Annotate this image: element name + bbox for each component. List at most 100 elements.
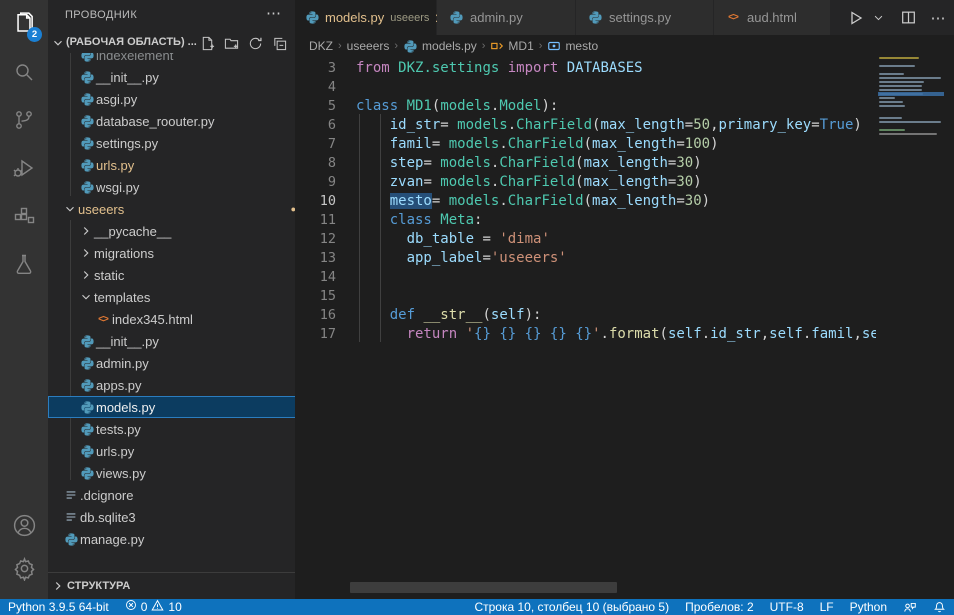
tree-file-urls.py[interactable]: urls.py: [48, 440, 295, 462]
tree-file-__init__.py[interactable]: __init__.py: [48, 66, 295, 88]
code-line-text: zvan= models.CharField(max_length=30): [356, 173, 876, 192]
tab-settings.py[interactable]: settings.py: [576, 0, 714, 35]
minimap[interactable]: [878, 57, 944, 257]
tree-file-database_roouter.py[interactable]: database_roouter.py: [48, 110, 295, 132]
tree-file-db.sqlite3[interactable]: db.sqlite3: [48, 506, 295, 528]
run-dropdown-icon[interactable]: [868, 8, 888, 28]
tree-file-index345.html[interactable]: <>index345.html: [48, 308, 295, 330]
tree-folder-useeers[interactable]: useeers●: [48, 198, 295, 220]
tree-file-models.py[interactable]: models.py1: [48, 396, 295, 418]
breadcrumb-item-mesto[interactable]: mesto: [547, 39, 598, 53]
tree-file-asgi.py[interactable]: asgi.py: [48, 88, 295, 110]
tree-item-label: db.sqlite3: [80, 510, 136, 525]
py-file-icon: [78, 53, 96, 63]
symbol-class-icon: [490, 39, 504, 53]
tree-item-label: manage.py: [80, 532, 144, 547]
tab-label: aud.html: [747, 10, 797, 25]
workspace-section-header[interactable]: (РАБОЧАЯ ОБЛАСТЬ) ...: [48, 33, 295, 53]
new-file-icon[interactable]: [199, 35, 215, 51]
explorer-more-actions-icon[interactable]: ⋯: [266, 4, 281, 22]
tree-item-label: index345.html: [112, 312, 193, 327]
code-line-16: 16 def __str__(self):: [295, 306, 954, 325]
explorer-sidebar: ПРОВОДНИК ⋯ (РАБОЧАЯ ОБЛАСТЬ) ... indexe…: [48, 0, 295, 599]
tree-item-label: __init__.py: [96, 334, 159, 349]
collapse-all-icon[interactable]: [271, 35, 287, 51]
feedback-icon[interactable]: [895, 599, 925, 615]
run-button[interactable]: [846, 8, 866, 28]
outline-section[interactable]: СТРУКТУРА: [48, 572, 295, 599]
tab-admin.py[interactable]: admin.py: [437, 0, 576, 35]
tree-item-label: .dcignore: [80, 488, 133, 503]
tree-item-label: models.py: [96, 400, 155, 415]
run-debug-activity-icon[interactable]: [0, 144, 48, 192]
language-mode[interactable]: Python: [842, 599, 895, 615]
chevron-right-icon: [51, 579, 65, 598]
tree-file-indexelement[interactable]: indexelement: [48, 53, 295, 66]
breadcrumb-item-models.py[interactable]: models.py: [403, 39, 477, 54]
tree-file-.dcignore[interactable]: .dcignore: [48, 484, 295, 506]
tree-file-wsgi.py[interactable]: wsgi.py: [48, 176, 295, 198]
tree-file-manage.py[interactable]: manage.py: [48, 528, 295, 550]
minimap-line: [879, 57, 919, 59]
tree-file-__init__.py[interactable]: __init__.py: [48, 330, 295, 352]
code-line-text: id_str= models.CharField(max_length=50,p…: [356, 116, 876, 135]
python-interpreter[interactable]: Python 3.9.5 64-bit: [0, 599, 117, 615]
outline-label: СТРУКТУРА: [67, 580, 130, 592]
more-actions-icon[interactable]: ⋯: [928, 8, 948, 28]
source-control-activity-icon[interactable]: [0, 96, 48, 144]
breadcrumb-label: MD1: [508, 39, 533, 53]
cfg-file-icon: [62, 509, 80, 525]
tree-folder-__pycache__[interactable]: __pycache__: [48, 220, 295, 242]
extensions-activity-icon[interactable]: [0, 192, 48, 240]
code-line-text: famil= models.CharField(max_length=100): [356, 135, 876, 154]
tree-file-admin.py[interactable]: admin.py: [48, 352, 295, 374]
horizontal-scrollbar[interactable]: [350, 582, 617, 593]
activity-bar: 2: [0, 0, 48, 599]
split-editor-icon[interactable]: [898, 8, 918, 28]
breadcrumb-separator: ›: [482, 40, 486, 52]
py-file-icon: [403, 39, 418, 54]
tree-item-label: templates: [94, 290, 150, 305]
minimap-line: [879, 77, 941, 79]
tree-file-urls.py[interactable]: urls.py7: [48, 154, 295, 176]
breadcrumb-item-MD1[interactable]: MD1: [490, 39, 533, 53]
py-file-icon: [78, 91, 96, 107]
vscode-window: 2 ПРОВОДНИК ⋯ (РАБОЧАЯ ОБЛАСТЬ) ... inde…: [0, 0, 954, 615]
code-editor[interactable]: 3from DKZ.settings import DATABASES45cla…: [295, 57, 954, 599]
explorer-activity-icon[interactable]: 2: [0, 0, 48, 48]
problems-status[interactable]: 0 10: [117, 599, 190, 615]
tree-file-settings.py[interactable]: settings.py: [48, 132, 295, 154]
error-icon: [125, 599, 137, 615]
tree-item-label: database_roouter.py: [96, 114, 215, 129]
code-line-17: 17 return '{} {} {} {} {}'.format(self.i…: [295, 325, 954, 344]
tab-models.py[interactable]: models.pyuseeers1×: [295, 0, 437, 35]
chevron-right-icon: [78, 223, 94, 239]
tree-folder-static[interactable]: static: [48, 264, 295, 286]
indentation-setting[interactable]: Пробелов: 2: [677, 599, 762, 615]
symbol-field-icon: [547, 39, 561, 53]
new-folder-icon[interactable]: [223, 35, 239, 51]
encoding-setting[interactable]: UTF-8: [762, 599, 812, 615]
accounts-icon[interactable]: [0, 501, 48, 549]
search-activity-icon[interactable]: [0, 48, 48, 96]
refresh-icon[interactable]: [247, 35, 263, 51]
notifications-bell-icon[interactable]: [925, 599, 954, 615]
tab-aud.html[interactable]: <>aud.html: [714, 0, 831, 35]
tree-folder-templates[interactable]: templates: [48, 286, 295, 308]
tree-item-label: tests.py: [96, 422, 141, 437]
breadcrumb-item-DKZ[interactable]: DKZ: [309, 39, 333, 53]
tree-file-views.py[interactable]: views.py: [48, 462, 295, 484]
tree-folder-migrations[interactable]: migrations: [48, 242, 295, 264]
tree-file-apps.py[interactable]: apps.py: [48, 374, 295, 396]
tree-item-label: views.py: [96, 466, 146, 481]
chevron-right-icon: [78, 245, 94, 261]
tree-file-tests.py[interactable]: tests.py: [48, 418, 295, 440]
breadcrumb-item-useeers[interactable]: useeers: [347, 39, 390, 53]
settings-icon[interactable]: [0, 544, 48, 592]
code-line-6: 6 id_str= models.CharField(max_length=50…: [295, 116, 954, 135]
code-line-text: def __str__(self):: [356, 306, 876, 325]
testing-activity-icon[interactable]: [0, 240, 48, 288]
eol-setting[interactable]: LF: [812, 599, 842, 615]
explorer-badge: 2: [27, 27, 42, 42]
cursor-position[interactable]: Строка 10, столбец 10 (выбрано 5): [466, 599, 677, 615]
